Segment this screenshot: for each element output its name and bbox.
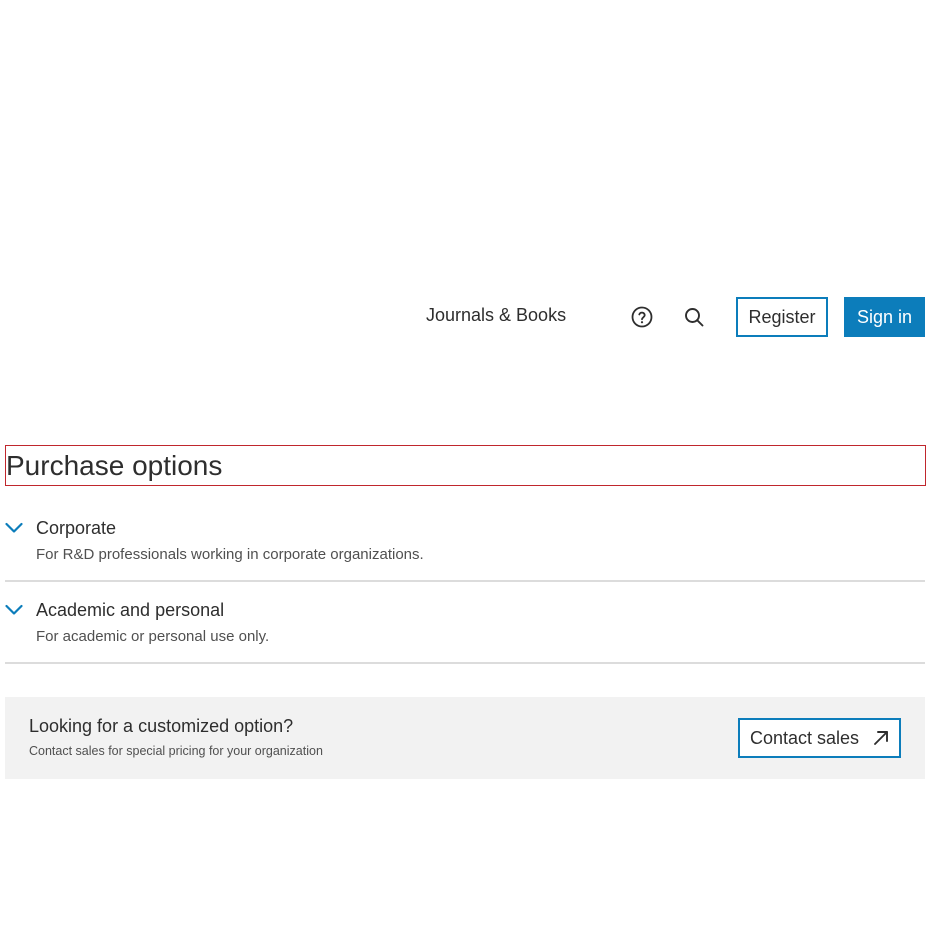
help-circle-icon [631,306,653,328]
accordion-item-title: Corporate [36,518,117,538]
accordion-item-description: For academic or personal use only. [36,628,270,645]
accordion-item-academic-personal[interactable]: Academic and personal For academic or pe… [5,582,925,664]
contact-sales-label: Contact sales [750,727,860,748]
contact-sales-button[interactable]: Contact sales [738,718,901,758]
accordion-item-title: Academic and personal [36,600,225,620]
purchase-options-accordion: Corporate For R&D professionals working … [5,500,925,664]
help-button[interactable] [630,305,654,329]
accordion-item-description: For R&D professionals working in corpora… [36,546,424,563]
search-button[interactable] [682,305,706,329]
search-icon [685,308,704,327]
custom-option-title: Looking for a customized option? [29,716,294,736]
chevron-down-icon [5,604,23,615]
journals-books-link[interactable]: Journals & Books [426,305,566,326]
chevron-down-icon [5,522,23,533]
arrow-up-right-icon [874,731,888,745]
custom-option-panel: Looking for a customized option? Contact… [5,697,925,779]
page: Journals & Books Register Sign in Purcha… [0,0,930,930]
sign-in-button[interactable]: Sign in [844,297,925,337]
register-button[interactable]: Register [736,297,828,337]
custom-option-description: Contact sales for special pricing for yo… [29,744,323,758]
register-label: Register [748,306,816,327]
accordion-item-corporate[interactable]: Corporate For R&D professionals working … [5,500,925,582]
page-title: Purchase options [6,450,223,481]
site-header: Journals & Books Register Sign in [0,297,930,337]
sign-in-label: Sign in [856,306,913,327]
page-title-container: Purchase options [5,445,926,486]
